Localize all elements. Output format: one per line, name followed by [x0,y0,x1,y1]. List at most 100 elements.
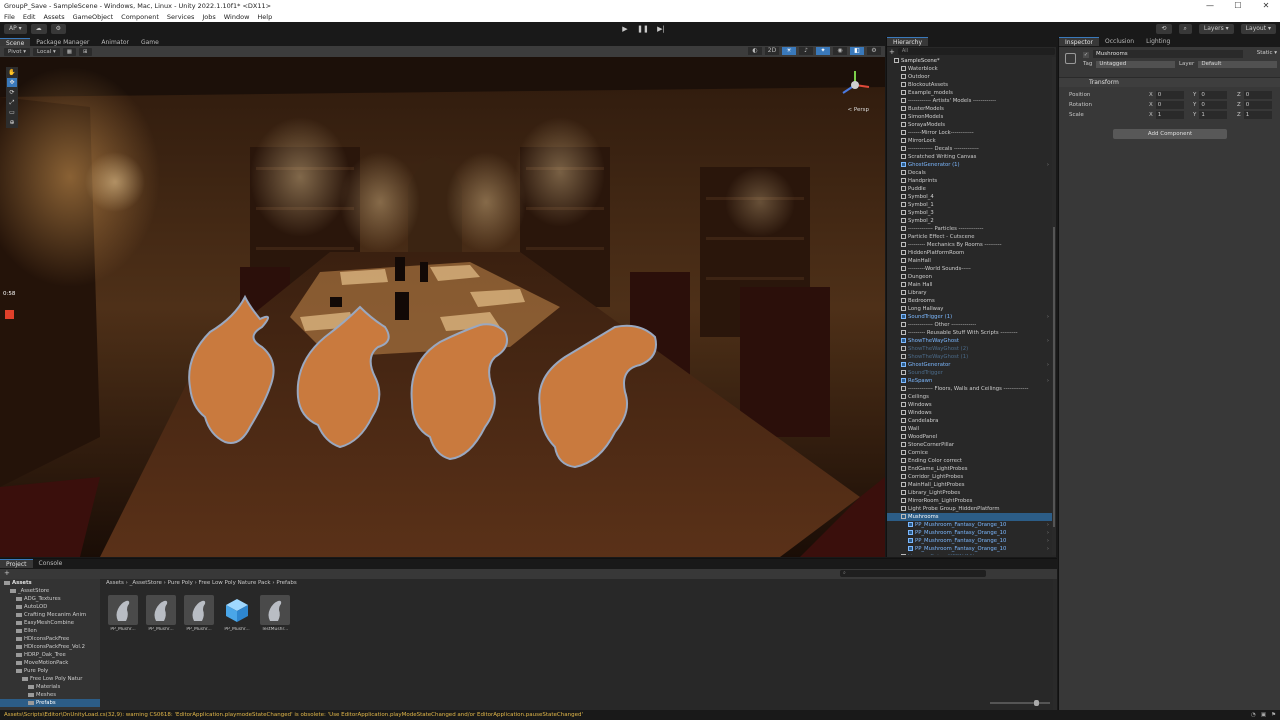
open-prefab-chevron-icon[interactable]: › [1047,529,1049,537]
console-status-bar[interactable]: Assets\Scripts\Editor\OnUnityLoad.cs(32,… [0,710,1280,720]
folder-tree-item[interactable]: Assets [0,579,100,587]
active-checkbox[interactable]: ✓ [1083,52,1089,58]
draw-mode-icon[interactable]: ◐ [748,47,762,55]
asset-item[interactable]: PP_Mushr... [146,595,176,632]
hierarchy-item[interactable]: Library_LightProbes [887,489,1053,497]
open-prefab-chevron-icon[interactable]: › [1047,545,1049,553]
folder-tree-item[interactable]: Ellen [0,627,100,635]
hierarchy-item[interactable]: Bedrooms [887,297,1053,305]
asset-item[interactable]: PP_Mushr... [222,595,252,632]
hierarchy-item[interactable]: Windows [887,401,1053,409]
cloud-icon[interactable]: ☁ [30,24,47,34]
project-search-input[interactable]: ⌕ [840,570,986,577]
hierarchy-item[interactable]: Particle Effect - Cutscene [887,233,1053,241]
menu-help[interactable]: Help [257,13,272,21]
audio-toggle-icon[interactable]: ♪ [799,47,813,55]
hierarchy-item[interactable]: Main Hall [887,281,1053,289]
hierarchy-item[interactable]: --------- Reusable Stuff With Scripts --… [887,329,1053,337]
open-prefab-chevron-icon[interactable]: › [1047,377,1049,385]
scale-z-field[interactable]: Z1 [1237,111,1273,119]
menu-file[interactable]: File [4,13,15,21]
position-y-field[interactable]: Y0 [1193,91,1229,99]
rotation-x-field[interactable]: X0 [1149,101,1185,109]
hierarchy-item[interactable]: PP_Mushroom_Fantasy_Orange_10 › [887,521,1053,529]
hierarchy-item[interactable]: BlockoutAssets [887,81,1053,89]
hierarchy-item[interactable]: Symbol_4 [887,193,1053,201]
tag-dropdown[interactable]: Untagged [1096,60,1175,68]
hierarchy-item[interactable]: Example_models [887,89,1053,97]
add-component-button[interactable]: Add Component [1113,129,1227,139]
thumbnail-size-slider[interactable] [990,700,1050,706]
hierarchy-item[interactable]: HumanoBeing (KPP1V11) [887,553,1053,555]
layer-dropdown[interactable]: Default [1198,60,1277,68]
folder-tree-item[interactable]: HDIconsPackFree_Vol.2 [0,643,100,651]
menu-services[interactable]: Services [167,13,194,21]
hierarchy-item[interactable]: SimonModels [887,113,1053,121]
asset-item[interactable]: PP_Mushr... [108,595,138,632]
layout-dropdown[interactable]: Layout ▾ [1240,24,1276,34]
hierarchy-item[interactable]: SoundTrigger (1) › [887,313,1053,321]
gizmos-icon[interactable]: ⚙ [867,47,881,55]
layers-dropdown[interactable]: Layers ▾ [1198,24,1234,34]
hierarchy-item[interactable]: ------------- Other ------------- [887,321,1053,329]
hidden-objects-icon[interactable]: ◉ [833,47,847,55]
hierarchy-item[interactable]: HiddenPlatformRoom [887,249,1053,257]
folder-tree-item[interactable]: HDRP_Oak_Tree [0,651,100,659]
hierarchy-item[interactable]: Library [887,289,1053,297]
hierarchy-item[interactable]: PP_Mushroom_Fantasy_Orange_10 › [887,545,1053,553]
hierarchy-item[interactable]: Outdoor [887,73,1053,81]
tab-project[interactable]: Project [0,559,33,568]
asset-item[interactable]: PP_Mushr... [184,595,214,632]
hierarchy-item[interactable]: Ceilings [887,393,1053,401]
hierarchy-item[interactable]: SampleScene* [887,57,1053,65]
folder-tree-item[interactable]: Pure Poly [0,667,100,675]
hierarchy-item[interactable]: PP_Mushroom_Fantasy_Orange_10 › [887,529,1053,537]
hierarchy-item[interactable]: ReSpawn › [887,377,1053,385]
hierarchy-search-input[interactable]: All [897,48,1055,55]
rect-tool-icon[interactable]: ▭ [7,108,17,117]
position-x-field[interactable]: X0 [1149,91,1185,99]
create-asset-icon[interactable]: + [4,569,10,577]
pivot-dropdown[interactable]: Pivot ▾ [4,47,31,56]
tab-hierarchy[interactable]: Hierarchy [887,37,929,46]
hierarchy-item[interactable]: Long Hallway [887,305,1053,313]
hierarchy-item[interactable]: Ending Color correct [887,457,1053,465]
open-prefab-chevron-icon[interactable]: › [1047,537,1049,545]
maximize-button[interactable]: ☐ [1224,0,1252,12]
hierarchy-item[interactable]: SorayaModels [887,121,1053,129]
hierarchy-item[interactable]: Light Probe Group_HiddenPlatform [887,505,1053,513]
hierarchy-item[interactable]: EndGame_LightProbes [887,465,1053,473]
hierarchy-item[interactable]: ------------ Artists' Models -----------… [887,97,1053,105]
hierarchy-item[interactable]: Symbol_1 [887,201,1053,209]
hierarchy-item[interactable]: Scratched Writing Canvas [887,153,1053,161]
folder-tree-item[interactable]: HDIconsPackFree [0,635,100,643]
hierarchy-item[interactable]: ShowTheWayGhost › [887,337,1053,345]
hierarchy-item[interactable]: Symbol_2 [887,217,1053,225]
hierarchy-item[interactable]: Mushrooms [887,513,1053,521]
lighting-toggle-icon[interactable]: ☀ [782,47,796,55]
open-prefab-chevron-icon[interactable]: › [1047,313,1049,321]
project-scrollbar[interactable] [1053,579,1057,711]
hierarchy-item[interactable]: Cornice [887,449,1053,457]
collab-icon[interactable]: ⚙ [50,24,67,34]
add-object-icon[interactable]: + [889,48,895,56]
menu-jobs[interactable]: Jobs [202,13,215,21]
hierarchy-item[interactable]: ------------- Particles ------------- [887,225,1053,233]
hierarchy-item[interactable]: PP_Mushroom_Fantasy_Orange_10 › [887,537,1053,545]
play-button[interactable]: ▶ [617,24,633,34]
hand-tool-icon[interactable]: ✋ [7,68,17,77]
menu-component[interactable]: Component [121,13,159,21]
hierarchy-item[interactable]: MainHall [887,257,1053,265]
cache-icon[interactable]: ▣ [1261,710,1266,720]
step-button[interactable]: ▶| [653,24,669,34]
folder-tree-item[interactable]: EasyMeshCombine [0,619,100,627]
hierarchy-item[interactable]: GhostGenerator › [887,361,1053,369]
transform-component-header[interactable]: Transform [1059,77,1280,87]
close-button[interactable]: ✕ [1252,0,1280,12]
static-dropdown[interactable]: Static ▾ [1257,50,1277,56]
menu-assets[interactable]: Assets [43,13,64,21]
hierarchy-item[interactable]: --------- Mechanics By Rooms --------- [887,241,1053,249]
hierarchy-item[interactable]: ------------- Decals ------------- [887,145,1053,153]
hierarchy-item[interactable]: ShowTheWayGhost (2) [887,345,1053,353]
hierarchy-item[interactable]: Candelabra [887,417,1053,425]
